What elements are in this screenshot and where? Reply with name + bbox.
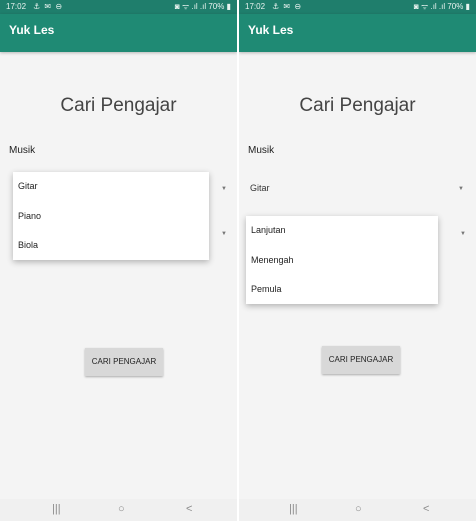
dropdown-option-lanjutan[interactable]: Lanjutan (246, 216, 438, 246)
status-bar: 17:02 ⚓ ✉ ⊖ ◙ ᯤ .ıl .ıl 70% ▮ (239, 0, 476, 14)
back-icon[interactable]: < (423, 503, 429, 515)
dropdown-option-gitar[interactable]: Gitar (13, 172, 209, 202)
level-dropdown: Lanjutan Menengah Pemula (246, 216, 438, 304)
instrument-spinner[interactable]: Gitar (250, 183, 270, 193)
category-label: Musik (248, 145, 275, 156)
home-icon[interactable]: ○ (118, 503, 125, 515)
dropdown-option-piano[interactable]: Piano (13, 202, 209, 232)
system-nav-bar: ||| ○ < (239, 499, 476, 521)
instrument-spinner-arrow-icon[interactable]: ▼ (221, 186, 227, 192)
status-bar: 17:02 ⚓ ✉ ⊖ ◙ ᯤ .ıl .ıl 70% ▮ (0, 0, 237, 14)
notification-icons: ⚓ ✉ ⊖ (272, 2, 303, 11)
system-nav-bar: ||| ○ < (0, 499, 237, 521)
screen-level-dropdown-open: 17:02 ⚓ ✉ ⊖ ◙ ᯤ .ıl .ıl 70% ▮ Yuk Les Ca… (239, 0, 476, 521)
screens: 17:02 ⚓ ✉ ⊖ ◙ ᯤ .ıl .ıl 70% ▮ Yuk Les Ca… (0, 0, 476, 521)
search-teacher-button[interactable]: CARI PENGAJAR (322, 346, 400, 374)
app-title: Yuk Les (248, 23, 294, 37)
category-label: Musik (9, 145, 36, 156)
notification-icons: ⚓ ✉ ⊖ (33, 2, 64, 11)
page-title: Cari Pengajar (299, 95, 416, 116)
system-status-icons: ◙ ᯤ .ıl .ıl 70% ▮ (174, 2, 231, 11)
screen-instrument-dropdown-open: 17:02 ⚓ ✉ ⊖ ◙ ᯤ .ıl .ıl 70% ▮ Yuk Les Ca… (0, 0, 237, 521)
back-icon[interactable]: < (186, 503, 192, 515)
dropdown-option-menengah[interactable]: Menengah (246, 246, 438, 276)
app-bar: Yuk Les (0, 14, 237, 52)
dropdown-option-pemula[interactable]: Pemula (246, 275, 438, 305)
system-status-icons: ◙ ᯤ .ıl .ıl 70% ▮ (413, 2, 470, 11)
home-icon[interactable]: ○ (355, 503, 362, 515)
status-time: 17:02 (6, 2, 27, 11)
search-teacher-button[interactable]: CARI PENGAJAR (85, 348, 163, 376)
level-spinner-arrow-icon[interactable]: ▼ (221, 231, 227, 237)
instrument-dropdown: Gitar Piano Biola (13, 172, 209, 260)
level-spinner-arrow-icon[interactable]: ▼ (460, 231, 466, 237)
status-time: 17:02 (245, 2, 266, 11)
page-title: Cari Pengajar (60, 95, 177, 116)
recents-icon[interactable]: ||| (52, 503, 61, 515)
instrument-spinner-arrow-icon[interactable]: ▼ (458, 186, 464, 192)
app-bar: Yuk Les (239, 14, 476, 52)
app-title: Yuk Les (9, 23, 55, 37)
dropdown-option-biola[interactable]: Biola (13, 231, 209, 261)
recents-icon[interactable]: ||| (289, 503, 298, 515)
